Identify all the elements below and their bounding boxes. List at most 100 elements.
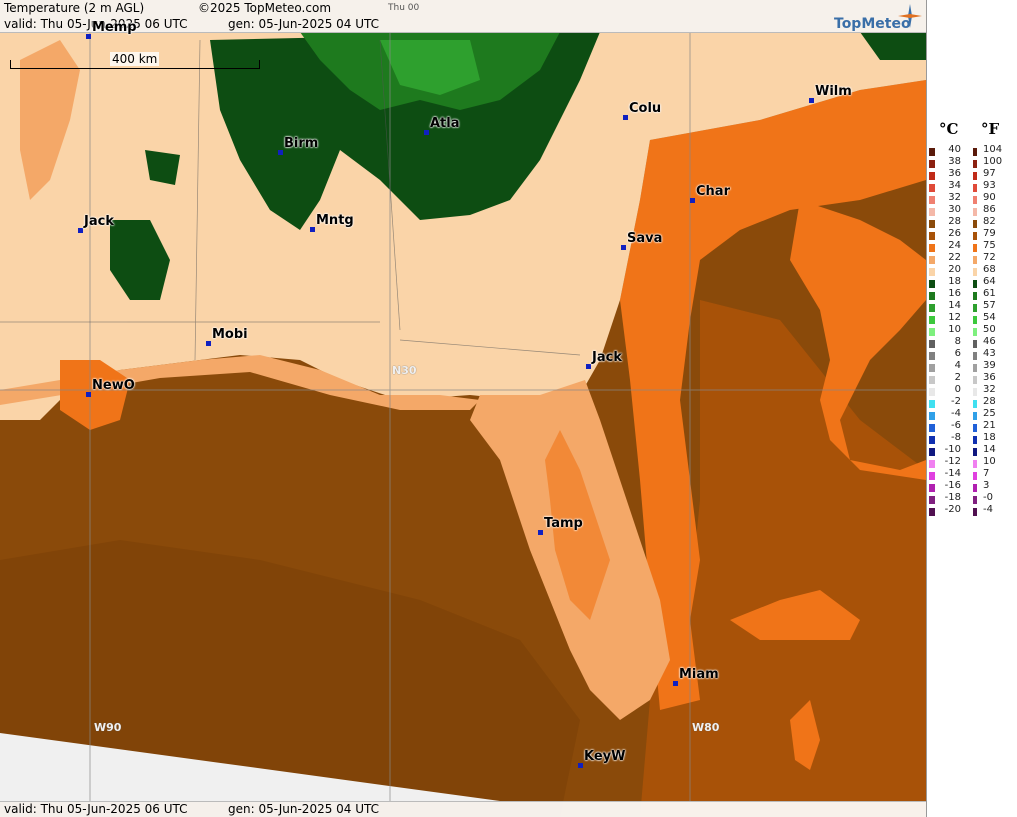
legend-fahrenheit-label: 61: [983, 288, 996, 299]
legend-fahrenheit-label: 21: [983, 420, 996, 431]
city-label: Sava: [627, 231, 663, 246]
city-marker: [206, 341, 211, 346]
legend-celsius-label: 6: [954, 348, 961, 359]
city-label: Mntg: [316, 213, 354, 228]
legend-celsius-label: -10: [944, 444, 961, 455]
legend-fahrenheit-label: 72: [983, 252, 996, 263]
legend-celsius-label: 18: [948, 276, 961, 287]
legend-fahrenheit-label: 10: [983, 456, 996, 467]
legend-celsius-label: 34: [948, 180, 961, 191]
legend-celsius-label: -14: [944, 468, 961, 479]
legend-swatch-f: [973, 388, 977, 396]
legend-swatch-f: [973, 184, 977, 192]
city-marker: [623, 115, 628, 120]
legend-fahrenheit-label: 93: [983, 180, 996, 191]
legend-fahrenheit-label: 75: [983, 240, 996, 251]
city-label: Mobi: [212, 327, 248, 342]
legend-fahrenheit-label: 14: [983, 444, 996, 455]
legend-celsius-label: -12: [944, 456, 961, 467]
city-label: Char: [696, 184, 730, 199]
legend-swatch-f: [973, 400, 977, 408]
map-header: Temperature (2 m AGL) ©2025 TopMeteo.com…: [0, 0, 926, 33]
unit-celsius: °C: [939, 120, 959, 138]
city-marker: [310, 227, 315, 232]
city-marker: [621, 245, 626, 250]
legend-fahrenheit-label: 90: [983, 192, 996, 203]
legend-fahrenheit-label: 7: [983, 468, 990, 479]
legend-fahrenheit-label: 57: [983, 300, 996, 311]
legend-celsius-label: 22: [948, 252, 961, 263]
scale-label: 400 km: [110, 52, 160, 66]
legend-celsius-label: 8: [954, 336, 961, 347]
gen-time: gen: 05-Jun-2025 04 UTC: [228, 17, 380, 31]
legend-celsius-label: -16: [944, 480, 961, 491]
city-label: Jack: [84, 214, 114, 229]
legend-fahrenheit-label: 28: [983, 396, 996, 407]
legend-swatch-f: [973, 160, 977, 168]
legend-fahrenheit-label: 82: [983, 216, 996, 227]
legend-swatch-f: [973, 340, 977, 348]
grid-label-n30: N30: [392, 364, 417, 377]
legend-celsius-label: 26: [948, 228, 961, 239]
legend-swatch-f: [973, 484, 977, 492]
temperature-map[interactable]: Temperature (2 m AGL) ©2025 TopMeteo.com…: [0, 0, 926, 817]
legend-celsius-label: 30: [948, 204, 961, 215]
unit-fahrenheit: °F: [981, 120, 1000, 138]
map-title: Temperature (2 m AGL): [4, 1, 145, 15]
footer-valid-time: valid: Thu 05-Jun-2025 06 UTC: [4, 802, 188, 816]
footer-gen-time: gen: 05-Jun-2025 04 UTC: [228, 802, 380, 816]
legend-celsius-label: 0: [954, 384, 961, 395]
legend-swatch-f: [973, 220, 977, 228]
grid-label-w80: W80: [692, 721, 720, 734]
legend-fahrenheit-label: 79: [983, 228, 996, 239]
legend-celsius-label: 12: [948, 312, 961, 323]
city-marker: [424, 130, 429, 135]
legend-swatch-f: [973, 280, 977, 288]
legend-fahrenheit-label: 46: [983, 336, 996, 347]
legend-celsius-label: -2: [951, 396, 961, 407]
city-marker: [809, 98, 814, 103]
city-label: Jack: [592, 350, 622, 365]
legend-celsius-label: 38: [948, 156, 961, 167]
legend-swatch-f: [973, 268, 977, 276]
legend-celsius-label: 36: [948, 168, 961, 179]
legend-swatch-f: [973, 304, 977, 312]
city-marker: [690, 198, 695, 203]
legend-swatch-f: [973, 352, 977, 360]
legend-fahrenheit-label: 39: [983, 360, 996, 371]
legend-swatch-f: [973, 316, 977, 324]
grid-label-w90: W90: [94, 721, 122, 734]
legend-swatch-f: [973, 364, 977, 372]
legend-fahrenheit-label: 36: [983, 372, 996, 383]
legend-fahrenheit-label: 68: [983, 264, 996, 275]
legend-swatch-f: [973, 496, 977, 504]
legend-celsius-label: 16: [948, 288, 961, 299]
legend-swatch-f: [973, 148, 977, 156]
legend-fahrenheit-label: 3: [983, 480, 990, 491]
city-marker: [586, 364, 591, 369]
legend-fahrenheit-label: 25: [983, 408, 996, 419]
city-label: KeyW: [584, 749, 626, 764]
city-label: Colu: [629, 101, 662, 116]
legend-swatch-f: [973, 328, 977, 336]
legend-swatch-f: [973, 376, 977, 384]
legend-swatch-f: [973, 196, 977, 204]
legend-swatch-f: [973, 472, 977, 480]
city-marker: [86, 392, 91, 397]
legend-swatch-f: [973, 424, 977, 432]
legend-celsius-label: -20: [944, 504, 961, 515]
legend-celsius-label: -6: [951, 420, 961, 431]
legend-celsius-label: -18: [944, 492, 961, 503]
city-marker: [278, 150, 283, 155]
scale-bar: 400 km: [10, 50, 260, 69]
legend-fahrenheit-label: 64: [983, 276, 996, 287]
map-footer: valid: Thu 05-Jun-2025 06 UTC gen: 05-Ju…: [0, 801, 926, 817]
model-run: Thu 00: [388, 3, 420, 13]
legend-fahrenheit-label: 97: [983, 168, 996, 179]
legend-celsius-label: 40: [948, 144, 961, 155]
city-marker: [538, 530, 543, 535]
city-label: Birm: [284, 136, 319, 151]
copyright: ©2025 TopMeteo.com: [198, 1, 332, 15]
legend-swatch-f: [973, 256, 977, 264]
legend-fahrenheit-label: 43: [983, 348, 996, 359]
